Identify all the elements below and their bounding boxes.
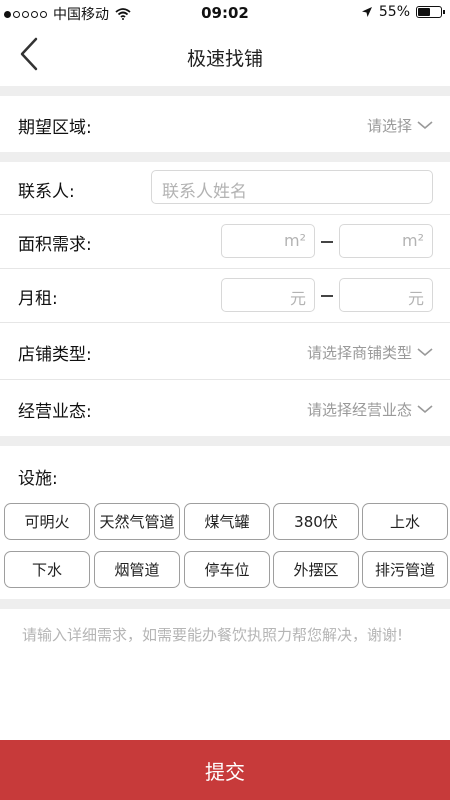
rent-label: 月租: (18, 289, 58, 309)
shop-type-label: 店铺类型: (18, 345, 92, 365)
facility-option[interactable]: 上水 (362, 503, 448, 540)
facility-option[interactable]: 排污管道 (362, 551, 448, 588)
rent-row: 月租: 元 元 (0, 269, 450, 322)
facility-option[interactable]: 煤气罐 (184, 503, 270, 540)
area-label: 期望区域: (18, 118, 92, 138)
rent-max-input[interactable]: 元 (339, 278, 433, 312)
size-row: 面积需求: m² m² (0, 215, 450, 268)
size-range-dash (321, 241, 333, 243)
status-bar: 中国移动 09:02 55% (0, 0, 450, 26)
contact-label: 联系人: (18, 182, 75, 202)
facilities-label: 设施: (18, 469, 58, 489)
area-select-value[interactable]: 请选择 (367, 115, 412, 136)
facility-option[interactable]: 停车位 (184, 551, 270, 588)
chevron-down-icon (417, 348, 433, 357)
section-gap (0, 152, 450, 162)
size-max-unit: m² (402, 231, 424, 250)
requirement-placeholder: 请输入详细需求，如需要能办餐饮执照力帮您解决，谢谢! (22, 626, 404, 644)
rent-max-unit: 元 (407, 289, 424, 308)
rent-min-unit: 元 (289, 289, 306, 308)
business-row[interactable]: 经营业态: 请选择经营业态 (0, 380, 450, 436)
facility-option[interactable]: 可明火 (4, 503, 90, 540)
battery-percent: 55% (378, 4, 410, 20)
page-title: 极速找铺 (186, 48, 263, 70)
business-label: 经营业态: (18, 402, 92, 422)
status-right: 55% (361, 4, 445, 20)
facility-option[interactable]: 下水 (4, 551, 90, 588)
contact-placeholder: 联系人姓名 (162, 182, 247, 202)
section-gap (0, 436, 450, 446)
chevron-down-icon (417, 405, 433, 414)
facilities-section: 设施: 可明火 天然气管道 煤气罐 380伏 上水下水 烟管道 停车位 外摆区 排污管道 (0, 446, 450, 599)
contact-row: 联系人: 联系人姓名 (0, 162, 450, 214)
section-gap (0, 86, 450, 96)
submit-button[interactable]: 提交 (0, 740, 450, 800)
section-gap (0, 599, 450, 609)
contact-name-input[interactable]: 联系人姓名 (151, 170, 433, 204)
facility-option[interactable]: 380伏 (273, 503, 359, 540)
facility-option[interactable]: 外摆区 (273, 551, 359, 588)
rent-min-input[interactable]: 元 (221, 278, 315, 312)
size-min-input[interactable]: m² (221, 224, 315, 258)
battery-icon (416, 6, 445, 18)
size-max-input[interactable]: m² (339, 224, 433, 258)
facility-option[interactable]: 烟管道 (94, 551, 180, 588)
shop-type-row[interactable]: 店铺类型: 请选择商铺类型 (0, 323, 450, 379)
rent-range-dash (321, 295, 333, 297)
area-row[interactable]: 期望区域: 请选择 (0, 96, 450, 152)
facility-option[interactable]: 天然气管道 (94, 503, 180, 540)
shop-type-select-value[interactable]: 请选择商铺类型 (307, 342, 412, 363)
business-select-value[interactable]: 请选择经营业态 (307, 399, 412, 420)
size-label: 面积需求: (18, 235, 92, 255)
location-arrow-icon (361, 7, 372, 17)
nav-bar: 极速找铺 (0, 26, 450, 86)
chevron-down-icon (417, 121, 433, 130)
size-min-unit: m² (284, 231, 306, 250)
